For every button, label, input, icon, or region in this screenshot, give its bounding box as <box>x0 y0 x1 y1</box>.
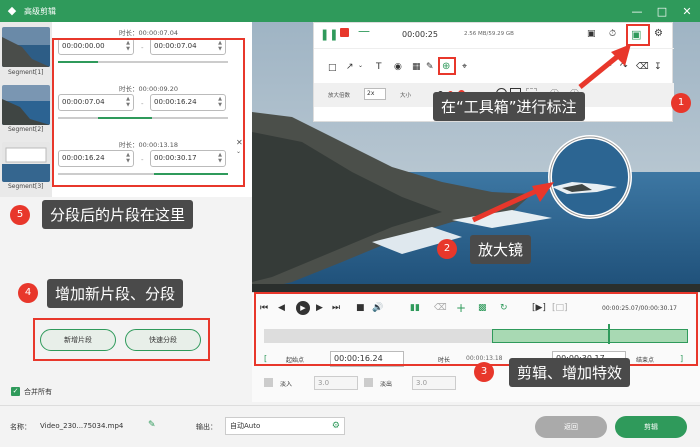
thumbnail-image <box>2 27 50 67</box>
add-segment-button[interactable]: 新增片段 <box>40 329 116 351</box>
fade-out-checkbox[interactable] <box>364 378 373 387</box>
pen-tool-icon[interactable]: ✎ <box>426 62 434 72</box>
annotation-callout-5: 分段后的片段在这里 <box>42 200 194 229</box>
recording-time: 00:00:25 <box>402 30 438 39</box>
segment-thumbnail-strip: Segment[1] Segment[2] Segment[3] <box>0 22 52 197</box>
fade-in-input[interactable]: 3.0 <box>314 376 358 390</box>
name-label: 名称： <box>10 423 31 431</box>
storage-info: 2.56 MB/59.29 GB <box>464 31 514 37</box>
merge-all-label: 合并所有 <box>24 388 52 396</box>
zoom-label: 放大倍数 <box>328 93 351 99</box>
annotation-badge-2: 2 <box>437 239 457 259</box>
maximize-button[interactable]: □ <box>652 0 672 22</box>
footer-bar: 名称： Video_230...75034.mp4 ✎ 输出： 自动Auto ⚙ … <box>0 405 700 447</box>
edit-name-icon[interactable]: ✎ <box>148 420 156 430</box>
merge-all-checkbox[interactable]: ✓ <box>11 387 20 396</box>
highlight-box-segments <box>52 38 245 187</box>
quick-split-button[interactable]: 快速分段 <box>125 329 201 351</box>
segment-label: Segment[3] <box>8 183 44 190</box>
file-name: Video_230...75034.mp4 <box>40 422 124 430</box>
text-tool-icon[interactable]: T <box>376 62 382 72</box>
annotation-callout-4: 增加新片段、分段 <box>47 279 184 308</box>
pause-icon[interactable]: ❚❚ <box>320 28 338 41</box>
arrow-tool-icon[interactable]: ↗ <box>346 62 354 72</box>
segment-label: Segment[1] <box>8 69 44 76</box>
output-folder-select[interactable]: 自动Auto ⚙ <box>225 417 345 435</box>
minimize-recorder-icon[interactable]: — <box>358 24 370 38</box>
stop-icon[interactable] <box>340 28 349 37</box>
blur-tool-icon[interactable]: ◉ <box>394 62 402 72</box>
annotation-arrow <box>471 182 554 223</box>
zoom-select[interactable]: 2x <box>364 88 386 100</box>
segment-duration: 时长：00:00:07.04 <box>118 29 179 37</box>
annotation-badge-1: 1 <box>671 93 691 113</box>
window-title: 高级剪辑 <box>24 6 56 16</box>
annotation-badge-3: 3 <box>474 362 494 382</box>
annotation-callout-1: 在“工具箱”进行标注 <box>433 92 585 121</box>
minimize-button[interactable]: — <box>627 0 647 22</box>
download-icon[interactable]: ↧ <box>654 62 662 72</box>
timer-icon[interactable]: ⏱ <box>609 29 616 39</box>
annotation-badge-4: 4 <box>18 283 38 303</box>
settings-gear-icon[interactable]: ⚙ <box>332 418 340 434</box>
annotation-callout-3: 剪辑、增加特效 <box>509 358 631 387</box>
annotation-callout-2: 放大镜 <box>470 235 532 264</box>
thumbnail-image <box>2 142 50 182</box>
image-tool-icon[interactable]: ▦ <box>412 62 421 72</box>
back-button[interactable]: 返回 <box>535 416 607 438</box>
fade-row: 淡入 3.0 淡出 3.0 <box>264 375 464 391</box>
settings-gear-icon[interactable]: ⚙ <box>654 28 663 39</box>
fade-in-checkbox[interactable] <box>264 378 273 387</box>
chevron-down-icon[interactable]: ⌄ <box>358 62 363 69</box>
clip-button[interactable]: 剪辑 <box>615 416 687 438</box>
camera-icon[interactable]: ▣ <box>587 29 596 39</box>
delete-icon[interactable]: ⌫ <box>636 62 649 72</box>
fade-out-input[interactable]: 3.0 <box>412 376 456 390</box>
thumbnail-image <box>2 85 50 125</box>
app-logo-icon: ◆ <box>7 4 17 17</box>
segment-label: Segment[2] <box>8 126 44 133</box>
annotation-badge-5: 5 <box>10 205 30 225</box>
spotlight-tool-icon[interactable]: ⌖ <box>462 62 467 72</box>
output-label: 输出： <box>196 423 217 431</box>
segment-thumbnail[interactable] <box>2 27 50 67</box>
rectangle-tool-icon[interactable]: □ <box>328 63 337 73</box>
annotation-arrow <box>578 44 631 89</box>
size-label: 大小 <box>400 93 412 99</box>
magnifier-tool-icon[interactable]: ⊕ <box>442 61 450 72</box>
highlight-box-edit-panel <box>254 292 698 366</box>
segment-thumbnail[interactable] <box>2 85 50 125</box>
title-bar: ◆ 高级剪辑 — □ ✕ <box>0 0 700 22</box>
close-button[interactable]: ✕ <box>677 0 697 22</box>
fade-out-label: 淡出 <box>380 381 393 388</box>
segment-thumbnail[interactable] <box>2 142 50 182</box>
fade-in-label: 淡入 <box>280 381 293 388</box>
